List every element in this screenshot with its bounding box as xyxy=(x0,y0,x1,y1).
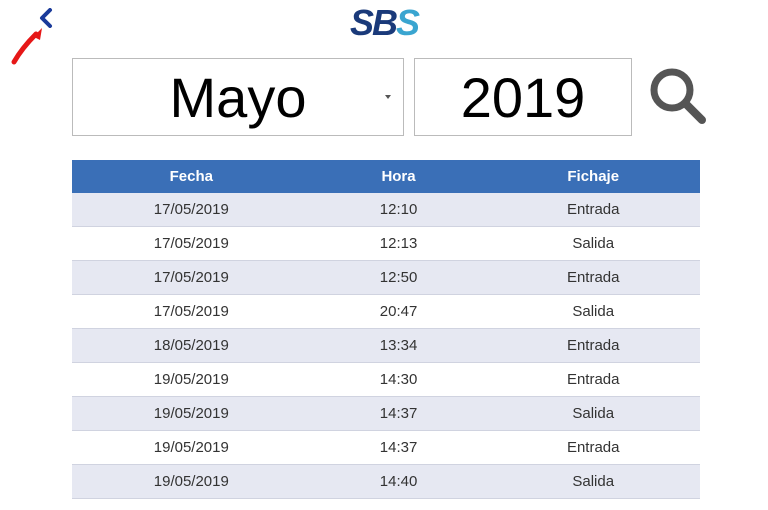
logo-letter: S xyxy=(396,2,418,43)
cell-type: Entrada xyxy=(486,431,700,465)
cell-type: Entrada xyxy=(486,329,700,363)
cell-type: Salida xyxy=(486,295,700,329)
cell-time: 12:10 xyxy=(311,193,487,227)
chevron-left-icon xyxy=(38,8,54,28)
table-row: 19/05/201914:30Entrada xyxy=(72,363,700,397)
table-header-row: Fecha Hora Fichaje xyxy=(72,160,700,193)
col-date: Fecha xyxy=(72,160,311,193)
table-row: 17/05/201920:47Salida xyxy=(72,295,700,329)
cell-time: 12:50 xyxy=(311,261,487,295)
cell-date: 19/05/2019 xyxy=(72,397,311,431)
cell-date: 19/05/2019 xyxy=(72,431,311,465)
cell-time: 14:30 xyxy=(311,363,487,397)
cell-time: 14:37 xyxy=(311,431,487,465)
month-value: Mayo xyxy=(170,65,307,130)
cell-date: 19/05/2019 xyxy=(72,465,311,499)
cell-type: Salida xyxy=(486,227,700,261)
logo-letter: B xyxy=(372,2,396,43)
year-input[interactable]: 2019 xyxy=(414,58,632,136)
search-button[interactable] xyxy=(646,64,708,131)
cell-time: 13:34 xyxy=(311,329,487,363)
cell-date: 17/05/2019 xyxy=(72,295,311,329)
year-value: 2019 xyxy=(461,65,586,130)
attendance-table: Fecha Hora Fichaje 17/05/201912:10Entrad… xyxy=(72,160,700,499)
table-row: 17/05/201912:10Entrada xyxy=(72,193,700,227)
cell-type: Salida xyxy=(486,465,700,499)
cell-time: 14:37 xyxy=(311,397,487,431)
cell-date: 17/05/2019 xyxy=(72,261,311,295)
cell-time: 20:47 xyxy=(311,295,487,329)
annotation-arrow-icon xyxy=(8,26,48,71)
cell-type: Entrada xyxy=(486,363,700,397)
filter-controls: Mayo 2019 xyxy=(72,58,708,136)
table-row: 17/05/201912:50Entrada xyxy=(72,261,700,295)
cell-type: Entrada xyxy=(486,193,700,227)
sbs-logo: SBS xyxy=(350,2,418,44)
cell-time: 12:13 xyxy=(311,227,487,261)
cell-date: 19/05/2019 xyxy=(72,363,311,397)
search-icon xyxy=(646,64,708,126)
dropdown-caret-icon xyxy=(385,95,391,99)
table-row: 19/05/201914:40Salida xyxy=(72,465,700,499)
table-row: 19/05/201914:37Entrada xyxy=(72,431,700,465)
cell-type: Entrada xyxy=(486,261,700,295)
col-type: Fichaje xyxy=(486,160,700,193)
cell-date: 17/05/2019 xyxy=(72,227,311,261)
cell-type: Salida xyxy=(486,397,700,431)
month-select[interactable]: Mayo xyxy=(72,58,404,136)
table-row: 18/05/201913:34Entrada xyxy=(72,329,700,363)
table-row: 17/05/201912:13Salida xyxy=(72,227,700,261)
col-time: Hora xyxy=(311,160,487,193)
cell-date: 18/05/2019 xyxy=(72,329,311,363)
table-row: 19/05/201914:37Salida xyxy=(72,397,700,431)
cell-time: 14:40 xyxy=(311,465,487,499)
logo-letter: S xyxy=(350,2,372,43)
cell-date: 17/05/2019 xyxy=(72,193,311,227)
